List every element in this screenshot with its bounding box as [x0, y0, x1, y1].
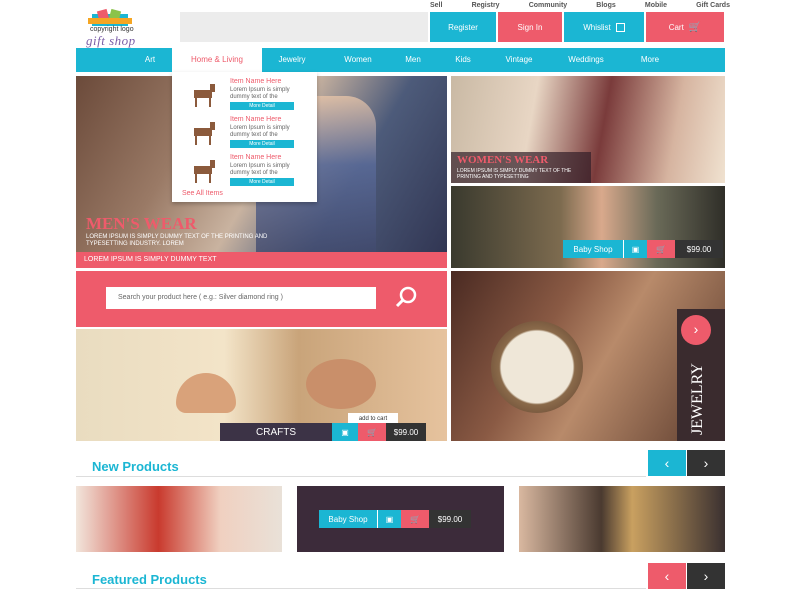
search-input[interactable]: Search your product here ( e.g.: Silver …: [106, 287, 376, 309]
baby-shop-label: Baby Shop: [563, 240, 623, 258]
womens-wear-subtitle: LOREM IPSUM IS SIMPLY DUMMY TEXT OF THE …: [457, 168, 572, 180]
header-search-area: [180, 12, 428, 42]
mens-wear-subtitle: LOREM IPSUM IS SIMPLY DUMMY TEXT OF THE …: [86, 234, 268, 247]
wishlist-button[interactable]: Whislist: [564, 12, 644, 42]
dropdown-item-name: Item Name Here: [230, 116, 282, 123]
register-button[interactable]: Register: [430, 12, 496, 42]
crafts-panel[interactable]: add to cart CRAFTS ▣ 🛒 $99.00: [76, 329, 447, 441]
cart-icon[interactable]: 🛒: [647, 240, 675, 258]
mens-wear-title: MEN'S WEAR: [86, 214, 197, 233]
gift-icon: [615, 22, 625, 32]
nav-women[interactable]: Women: [338, 48, 378, 72]
jewelry-label: JEWELRY: [689, 363, 706, 435]
see-all-items-link[interactable]: See All Items: [182, 190, 223, 197]
crafts-cart-group: CRAFTS ▣ 🛒 $99.00: [220, 423, 426, 441]
baby-product-cart-group: Baby Shop ▣ 🛒 $99.00: [319, 510, 471, 528]
gift-icon[interactable]: ▣: [377, 510, 401, 528]
toplink-blogs[interactable]: Blogs: [596, 2, 615, 12]
nav-kids[interactable]: Kids: [448, 48, 478, 72]
pocket-watch: [491, 321, 583, 413]
search-panel: Search your product here ( e.g.: Silver …: [76, 271, 447, 327]
cart-icon[interactable]: 🛒: [358, 423, 386, 441]
dropdown-item-name: Item Name Here: [230, 78, 282, 85]
top-links: Sell Registry Community Blogs Mobile Gif…: [430, 2, 730, 12]
baby-shop-cart-group: Baby Shop ▣ 🛒 $99.00: [563, 240, 723, 258]
prev-arrow-icon[interactable]: ‹: [648, 563, 686, 589]
site-logo[interactable]: copyright logo gift shop: [84, 6, 174, 48]
home-living-dropdown: Item Name Here Lorem Ipsum is simply dum…: [172, 72, 317, 202]
more-detail-button[interactable]: More Detail: [230, 140, 294, 148]
product-card-baby[interactable]: Baby Shop ▣ 🛒 $99.00: [297, 486, 504, 552]
deer-thumbnail: [184, 80, 224, 110]
baby-product-label: Baby Shop: [319, 510, 377, 528]
signin-label: Sign In: [517, 22, 543, 32]
toplink-mobile[interactable]: Mobile: [645, 2, 667, 12]
baby-shop-panel[interactable]: Baby Shop ▣ 🛒 $99.00: [451, 186, 725, 268]
toplink-community[interactable]: Community: [529, 2, 568, 12]
dropdown-item-desc: Lorem Ipsum is simply dummy text of the: [230, 125, 290, 138]
dropdown-item[interactable]: Item Name Here Lorem Ipsum is simply dum…: [182, 116, 307, 150]
jewelry-panel[interactable]: › JEWELRY: [451, 271, 725, 441]
crafts-label: CRAFTS: [220, 423, 332, 441]
new-products-title: New Products: [92, 459, 179, 474]
dropdown-item-desc: Lorem Ipsum is simply dummy text of the: [230, 163, 290, 176]
womens-wear-panel[interactable]: WOMEN'S WEAR LOREM IPSUM IS SIMPLY DUMMY…: [451, 76, 725, 183]
product-card-bag[interactable]: [76, 486, 282, 552]
search-icon[interactable]: [394, 285, 418, 309]
nav-vintage[interactable]: Vintage: [496, 48, 542, 72]
baby-shop-price: $99.00: [675, 240, 723, 258]
page: copyright logo gift shop Sell Registry C…: [0, 0, 800, 600]
deer-thumbnail: [184, 118, 224, 148]
nav-home-living[interactable]: Home & Living: [172, 48, 262, 74]
womens-wear-title: WOMEN'S WEAR: [457, 154, 549, 166]
nav-men[interactable]: Men: [398, 48, 428, 72]
next-arrow-icon[interactable]: ›: [687, 563, 725, 589]
divider: [76, 588, 646, 589]
dropdown-item[interactable]: Item Name Here Lorem Ipsum is simply dum…: [182, 154, 307, 188]
dropdown-item-desc: Lorem Ipsum is simply dummy text of the: [230, 87, 290, 100]
register-label: Register: [448, 22, 478, 32]
dropdown-item[interactable]: Item Name Here Lorem Ipsum is simply dum…: [182, 78, 307, 112]
featured-products-title: Featured Products: [92, 572, 207, 587]
cart-icon: 🛒: [688, 21, 702, 33]
cart-button[interactable]: Cart 🛒: [646, 12, 724, 42]
baby-product-price: $99.00: [429, 510, 471, 528]
toplink-registry[interactable]: Registry: [472, 2, 500, 12]
gift-logo-icon: [88, 8, 132, 26]
arrow-right-icon[interactable]: ›: [681, 315, 711, 345]
more-detail-button[interactable]: More Detail: [230, 102, 294, 110]
butterfly-ornament: [306, 359, 376, 409]
dropdown-item-name: Item Name Here: [230, 154, 282, 161]
logo-tagline: copyright logo: [90, 26, 134, 33]
deer-thumbnail: [184, 156, 224, 186]
toplink-sell[interactable]: Sell: [430, 2, 442, 12]
nav-jewelry[interactable]: Jewelry: [272, 48, 312, 72]
logo-title: gift shop: [86, 33, 136, 48]
prev-arrow-icon[interactable]: ‹: [648, 450, 686, 476]
nav-more[interactable]: More: [632, 48, 668, 72]
main-nav: Art Home & Living Jewelry Women Men Kids…: [76, 48, 725, 74]
toplink-gift-cards[interactable]: Gift Cards: [696, 2, 730, 12]
product-card-watch[interactable]: [519, 486, 725, 552]
crafts-price: $99.00: [386, 423, 426, 441]
gift-icon[interactable]: ▣: [332, 423, 358, 441]
gift-icon[interactable]: ▣: [623, 240, 647, 258]
more-detail-button[interactable]: More Detail: [230, 178, 294, 186]
cart-icon[interactable]: 🛒: [401, 510, 429, 528]
next-arrow-icon[interactable]: ›: [687, 450, 725, 476]
nav-weddings[interactable]: Weddings: [560, 48, 612, 72]
nav-art[interactable]: Art: [138, 48, 162, 72]
signin-button[interactable]: Sign In: [498, 12, 562, 42]
cart-label: Cart: [668, 22, 684, 32]
divider: [76, 476, 646, 477]
mens-wear-band: LOREM IPSUM IS SIMPLY DUMMY TEXT: [76, 252, 447, 268]
wishlist-label: Whislist: [583, 22, 611, 32]
